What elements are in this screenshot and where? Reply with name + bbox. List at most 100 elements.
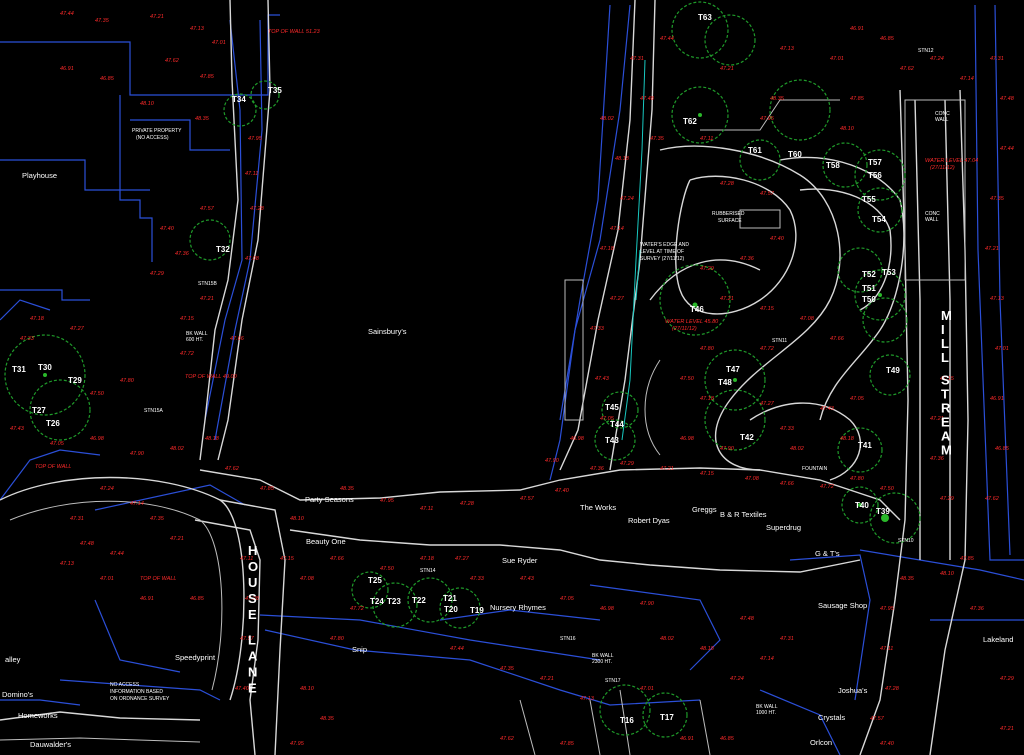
spot-level: 47.31 bbox=[990, 56, 1004, 62]
spot-level: 48.02 bbox=[790, 446, 804, 452]
note-bk-wall-3b: 1000 HT. bbox=[756, 710, 776, 716]
spot-level: 47.01 bbox=[830, 56, 844, 62]
spot-level: 47.48 bbox=[640, 96, 655, 102]
spot-level: 47.21 bbox=[660, 466, 674, 472]
spot-level: 47.01 bbox=[212, 40, 226, 46]
spot-level: 46.85 bbox=[995, 446, 1010, 452]
spot-level: 47.62 bbox=[165, 58, 179, 64]
spot-level: 47.33 bbox=[590, 326, 605, 332]
spot-level: 46.85 bbox=[190, 596, 205, 602]
note-top-wall-4: TOP OF WALL bbox=[140, 576, 176, 582]
spot-level: 47.13 bbox=[60, 561, 75, 567]
spot-level: 48.02 bbox=[660, 636, 674, 642]
shop-party-seasons: Party Seasons bbox=[305, 495, 354, 504]
spot-level: 46.91 bbox=[990, 396, 1004, 402]
spot-level: 47.50 bbox=[880, 486, 895, 492]
spot-level: 46.85 bbox=[720, 736, 735, 742]
spot-level: 47.95 bbox=[760, 116, 775, 122]
tree-label: T60 bbox=[788, 150, 802, 159]
spot-level: 48.18 bbox=[205, 436, 220, 442]
spot-level: 47.21 bbox=[540, 676, 554, 682]
spot-level: 47.44 bbox=[660, 36, 674, 42]
spot-level: 47.80 bbox=[330, 636, 345, 642]
tree-label: T49 bbox=[886, 366, 900, 375]
spot-level: 46.98 bbox=[600, 606, 615, 612]
spot-level: 47.33 bbox=[470, 576, 485, 582]
tree-canopies bbox=[4, 1, 921, 738]
tree-label: T52 bbox=[862, 270, 876, 279]
tree-label: T57 bbox=[868, 158, 882, 167]
spot-level: 47.05 bbox=[850, 396, 865, 402]
spot-level: 47.13 bbox=[190, 26, 205, 32]
tree-label: T22 bbox=[412, 596, 426, 605]
spot-level: 47.48 bbox=[80, 541, 95, 547]
spot-level: 47.85 bbox=[960, 556, 975, 562]
spot-level: 47.44 bbox=[1000, 146, 1014, 152]
spot-level: 47.28 bbox=[885, 686, 900, 692]
spot-level: 47.27 bbox=[70, 326, 85, 332]
spot-level: 48.35 bbox=[195, 116, 210, 122]
spot-level: 47.28 bbox=[250, 206, 265, 212]
spot-level: 46.91 bbox=[680, 736, 694, 742]
spot-level: 47.90 bbox=[640, 601, 655, 607]
spot-level: 47.57 bbox=[520, 496, 535, 502]
note-top-wall-1: TOP OF WALL 51.23 bbox=[268, 29, 321, 35]
stn-marker-1: STN15B bbox=[198, 281, 218, 287]
spot-level: 47.66 bbox=[780, 481, 795, 487]
stn-marker-3: STN11 bbox=[772, 338, 787, 344]
spot-level: 47.44 bbox=[110, 551, 124, 557]
shop-dominos: Domino's bbox=[2, 690, 33, 699]
spot-level: 47.31 bbox=[780, 636, 794, 642]
tree-label: T62 bbox=[683, 117, 697, 126]
spot-level: 47.24 bbox=[620, 196, 634, 202]
spot-level: 47.95 bbox=[880, 606, 895, 612]
spot-level: 47.36 bbox=[970, 606, 985, 612]
spot-level: 47.72 bbox=[180, 351, 194, 357]
tree-label: T26 bbox=[46, 419, 60, 428]
spot-level: 47.24 bbox=[100, 486, 114, 492]
note-bk-wall-1b: 600 HT. bbox=[186, 337, 203, 343]
spot-level: 48.10 bbox=[940, 571, 955, 577]
tree-label: T55 bbox=[862, 195, 876, 204]
spot-level: 47.50 bbox=[90, 391, 105, 397]
shop-labels: Playhouse Sainsbury's Party Seasons Beau… bbox=[2, 171, 1013, 749]
spot-level: 47.80 bbox=[700, 346, 715, 352]
spot-level: 47.40 bbox=[880, 741, 895, 747]
spot-level: 47.24 bbox=[930, 56, 944, 62]
spot-level: 47.15 bbox=[180, 316, 195, 322]
tree-label: T34 bbox=[232, 95, 246, 104]
spot-level: 46.98 bbox=[680, 436, 695, 442]
spot-level: 47.14 bbox=[610, 226, 624, 232]
note-top-wall-3: TOP OF WALL bbox=[35, 464, 71, 470]
spot-level: 48.18 bbox=[615, 156, 630, 162]
spot-level: 47.14 bbox=[960, 76, 974, 82]
spot-level: 47.57 bbox=[200, 206, 215, 212]
tree-label: T53 bbox=[882, 268, 896, 277]
spot-level: 47.62 bbox=[985, 496, 999, 502]
spot-level: 48.35 bbox=[900, 576, 915, 582]
shop-nursery-rhymes: Nursery Rhymes bbox=[490, 603, 546, 612]
spot-level: 47.13 bbox=[780, 46, 795, 52]
spot-level: 47.72 bbox=[350, 606, 364, 612]
tree-label: T43 bbox=[605, 436, 619, 445]
spot-level: 47.11 bbox=[880, 646, 893, 652]
spot-level: 47.27 bbox=[455, 556, 470, 562]
stn-marker-4: STN12 bbox=[918, 48, 934, 54]
spot-level: 47.35 bbox=[500, 666, 515, 672]
tree-label: T39 bbox=[876, 507, 890, 516]
spot-level: 47.08 bbox=[300, 576, 315, 582]
spot-level: 47.33 bbox=[20, 336, 35, 342]
spot-level: 48.35 bbox=[770, 96, 785, 102]
spot-level: 47.57 bbox=[870, 716, 885, 722]
spot-level: 48.18 bbox=[700, 646, 715, 652]
spot-level: 46.85 bbox=[100, 76, 115, 82]
tree-label: T46 bbox=[690, 305, 704, 314]
spot-level: 47.08 bbox=[745, 476, 760, 482]
shop-lakeland: Lakeland bbox=[983, 635, 1013, 644]
note-bk-wall-2b: 2300 HT. bbox=[592, 659, 612, 665]
spot-level: 47.57 bbox=[760, 191, 775, 197]
spot-level: 47.66 bbox=[330, 556, 345, 562]
spot-level: 47.21 bbox=[720, 66, 734, 72]
spot-level: 47.21 bbox=[985, 246, 999, 252]
stn-marker-6: STN14 bbox=[420, 568, 436, 574]
